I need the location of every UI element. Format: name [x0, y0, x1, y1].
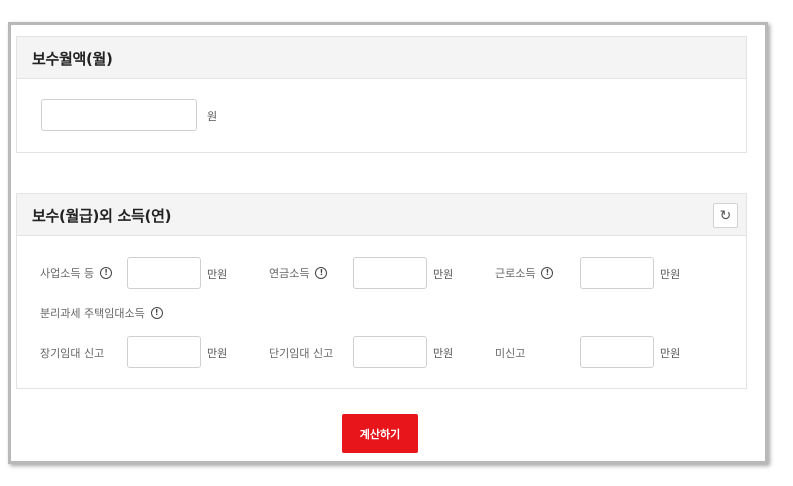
unreported-rental-input[interactable]: [580, 336, 654, 368]
reset-icon: ↻: [719, 207, 732, 224]
short-term-rental-unit: 만원: [433, 347, 454, 360]
business-income-input[interactable]: [127, 257, 201, 289]
short-term-rental-label-text: 단기임대 신고: [269, 347, 334, 360]
calculator-frame: 보수월액(월) 원 보수(월급)외 소득(연) ↻ 사업소득 등 ! 만원 연금…: [8, 22, 768, 464]
long-term-rental-input[interactable]: [127, 336, 201, 368]
monthly-pay-header: 보수월액(월): [17, 37, 746, 79]
unreported-rental-label-text: 미신고: [495, 347, 526, 360]
long-term-rental-unit: 만원: [207, 347, 228, 360]
pension-income-info-icon[interactable]: !: [315, 267, 328, 279]
long-term-rental-label-text: 장기임대 신고: [40, 347, 105, 360]
unreported-rental-unit: 만원: [660, 347, 681, 360]
rental-income-label: 분리과세 주택임대소득 !: [40, 305, 163, 321]
monthly-pay-input[interactable]: [41, 99, 197, 131]
other-income-section: 보수(월급)외 소득(연) ↻ 사업소득 등 ! 만원 연금소득 ! 만원 근로…: [16, 193, 747, 389]
earned-income-info-icon[interactable]: !: [541, 267, 554, 279]
pension-income-label: 연금소득 !: [269, 265, 328, 281]
earned-income-label-text: 근로소득: [495, 267, 536, 280]
short-term-rental-input[interactable]: [353, 336, 427, 368]
earned-income-label: 근로소득 !: [495, 265, 554, 281]
reset-button[interactable]: ↻: [713, 203, 738, 228]
monthly-pay-title: 보수월액(월): [32, 50, 113, 68]
business-income-label: 사업소득 등 !: [40, 265, 113, 281]
pension-income-unit: 만원: [433, 268, 454, 281]
other-income-header: 보수(월급)외 소득(연) ↻: [17, 194, 746, 236]
other-income-title: 보수(월급)외 소득(연): [32, 207, 172, 225]
short-term-rental-label: 단기임대 신고: [269, 345, 333, 361]
business-income-unit: 만원: [207, 268, 228, 281]
long-term-rental-label: 장기임대 신고: [40, 345, 104, 361]
pension-income-input[interactable]: [353, 257, 427, 289]
calculate-button[interactable]: 계산하기: [342, 414, 418, 453]
pension-income-label-text: 연금소득: [269, 267, 310, 280]
business-income-info-icon[interactable]: !: [100, 267, 113, 279]
rental-income-info-icon[interactable]: !: [150, 307, 163, 319]
monthly-pay-section: 보수월액(월) 원: [16, 36, 747, 153]
monthly-pay-unit: 원: [207, 110, 218, 123]
unreported-rental-label: 미신고: [495, 345, 525, 361]
earned-income-input[interactable]: [580, 257, 654, 289]
earned-income-unit: 만원: [660, 268, 681, 281]
business-income-label-text: 사업소득 등: [40, 267, 95, 280]
rental-income-label-text: 분리과세 주택임대소득: [40, 307, 145, 320]
